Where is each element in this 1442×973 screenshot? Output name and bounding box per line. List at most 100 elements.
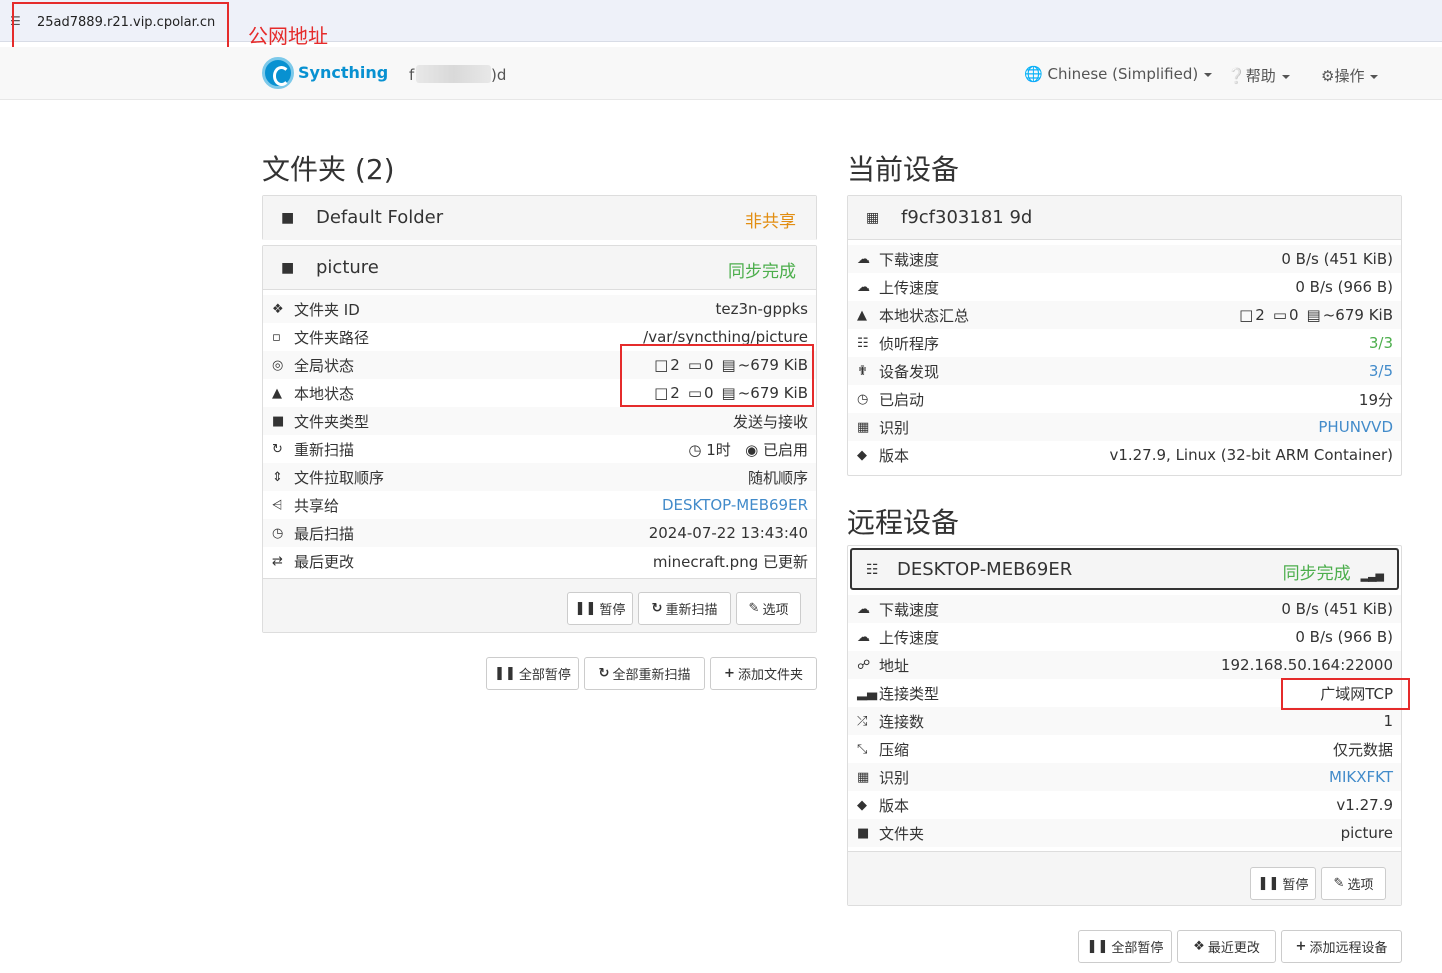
help-label: 帮助 <box>1245 67 1276 85</box>
rescan-all-button[interactable]: ↻ 全部重新扫描 <box>584 657 705 690</box>
device-row-id: ▦ 识别 PHUNVVD <box>848 413 1401 441</box>
qrcode-icon: ▦ <box>857 769 870 785</box>
folder-row-shared-with: ⩤ 共享给 DESKTOP-MEB69ER <box>263 491 816 519</box>
folder-row-type: ■ 文件夹类型 发送与接收 <box>263 407 816 435</box>
row-value: □ 2 ▭ 0 ▤ ~679 KiB <box>1231 306 1393 324</box>
home-icon: ▲ <box>272 385 282 401</box>
pause-all-folders-button[interactable]: ❚❚ 全部暂停 <box>486 657 579 690</box>
qrcode-icon: ▦ <box>866 210 880 226</box>
remote-devices-title: 远程设备 <box>847 506 960 539</box>
recent-changes-button[interactable]: ❖ 最近更改 <box>1177 930 1276 963</box>
share-icon: ⩤ <box>272 497 283 513</box>
row-value[interactable]: minecraft.png 已更新 <box>653 551 808 572</box>
exchange-icon: ⇄ <box>272 553 283 569</box>
pause-device-button[interactable]: ❚❚ 暂停 <box>1250 867 1316 900</box>
folder-icon: ■ <box>281 260 295 276</box>
row-value: 0 B/s (451 KiB) <box>1281 600 1393 618</box>
row-value[interactable]: 3/5 <box>1369 362 1393 380</box>
signpost-icon: ✟ <box>857 363 868 379</box>
language-label: Chinese (Simplified) <box>1047 65 1199 83</box>
folder-panel-default[interactable]: ■ Default Folder 非共享 <box>262 195 817 240</box>
row-label: 文件夹类型 <box>294 412 370 431</box>
row-label: 版本 <box>879 446 910 465</box>
remote-id-link[interactable]: MIKXFKT <box>1329 768 1393 786</box>
question-icon: ❔ <box>1227 67 1246 85</box>
button-label: 选项 <box>762 603 789 618</box>
shared-device-link[interactable]: DESKTOP-MEB69ER <box>662 496 808 514</box>
clock-icon: ◷ <box>272 525 284 541</box>
help-menu[interactable]: ❔帮助 <box>1227 65 1290 86</box>
this-device-header[interactable]: ▦ f9cf303181 9d <box>848 196 1401 240</box>
sitemap-icon: ☷ <box>857 335 869 351</box>
button-label: 暂停 <box>1282 878 1309 893</box>
refresh-icon: ↻ <box>598 666 610 681</box>
sitemap-icon: ☷ <box>866 562 879 578</box>
device-id-link[interactable]: PHUNVVD <box>1318 418 1393 436</box>
status-text: 同步完成 <box>1282 564 1351 584</box>
remote-row-address: ☍ 地址 192.168.50.164:22000 <box>848 651 1401 679</box>
random-icon: ⤮ <box>857 713 868 729</box>
folder-options-button[interactable]: ✎ 选项 <box>736 592 801 625</box>
folder-icon: ■ <box>281 210 295 226</box>
device-name-end: )d <box>491 66 507 84</box>
row-label: 地址 <box>879 656 910 675</box>
compress-icon: ⤡ <box>857 741 868 757</box>
globe-icon: 🌐 <box>1024 65 1043 83</box>
row-label: 文件夹 <box>879 824 925 843</box>
row-label: 重新扫描 <box>294 440 355 459</box>
folder-status: 非共享 <box>745 212 796 232</box>
row-value: 19分 <box>1358 390 1393 409</box>
link-icon: ☍ <box>857 657 871 673</box>
cloud-upload-icon: ☁ <box>857 629 870 645</box>
row-label: 识别 <box>879 768 910 787</box>
add-remote-device-button[interactable]: + 添加远程设备 <box>1281 930 1402 963</box>
signal-icon: ▂▃▅ <box>1360 569 1384 582</box>
clock-icon: ◷ <box>857 391 869 407</box>
remote-device-header[interactable]: ☷ DESKTOP-MEB69ER 同步完成 ▂▃▅ <box>850 548 1399 590</box>
row-value: picture <box>1340 824 1393 842</box>
row-label: 版本 <box>879 796 910 815</box>
row-label: 文件拉取顺序 <box>294 468 385 487</box>
rescan-folder-button[interactable]: ↻ 重新扫描 <box>638 592 731 625</box>
folder-row-pull-order: ⇕ 文件拉取顺序 随机顺序 <box>263 463 816 491</box>
row-label: 上传速度 <box>879 278 940 297</box>
row-label: 文件夹路径 <box>294 328 370 347</box>
button-label: 添加远程设备 <box>1309 941 1388 956</box>
this-device-title: 当前设备 <box>847 153 960 186</box>
qrcode-icon: ▦ <box>857 419 870 435</box>
file-count: 2 <box>1255 306 1265 324</box>
device-row-version: ◆ 版本 v1.27.9, Linux (32-bit ARM Container) <box>848 441 1401 469</box>
actions-menu[interactable]: ⚙操作 <box>1321 65 1379 86</box>
pause-icon: ❚❚ <box>1086 939 1109 954</box>
device-options-button[interactable]: ✎ 选项 <box>1321 867 1386 900</box>
info-icon: ❖ <box>272 301 284 317</box>
folder-header-default[interactable]: ■ Default Folder 非共享 <box>263 196 816 240</box>
syncthing-logo-icon[interactable] <box>262 57 294 89</box>
folder-panel-picture: ■ picture 同步完成 ❖ 文件夹 ID tez3n-gppks ▫ 文件夹路径… <box>262 245 817 633</box>
row-value[interactable]: 3/3 <box>1369 334 1393 352</box>
row-label: 全局状态 <box>294 356 355 375</box>
language-menu[interactable]: 🌐 Chinese (Simplified) <box>1024 65 1213 83</box>
folder-row-rescan: ↻ 重新扫描 ◷ 1时 ◉ 已启用 <box>263 435 816 463</box>
folder-header-picture[interactable]: ■ picture 同步完成 <box>263 246 816 290</box>
brand-name[interactable]: Syncthing <box>298 63 388 82</box>
device-name-start: f <box>409 66 415 84</box>
remote-row-id: ▦ 识别 MIKXFKT <box>848 763 1401 791</box>
tag-icon: ◆ <box>857 797 867 813</box>
row-label: 连接数 <box>879 712 925 731</box>
home-icon: ▲ <box>857 307 867 323</box>
folder-name: Default Folder <box>316 207 444 228</box>
button-label: 添加文件夹 <box>737 668 803 683</box>
remote-device-panel: ☷ DESKTOP-MEB69ER 同步完成 ▂▃▅ ☁ 下载速度 0 B/s (45… <box>847 545 1402 906</box>
pause-all-devices-button[interactable]: ❚❚ 全部暂停 <box>1078 930 1172 963</box>
eye-icon: ◉ <box>745 440 759 459</box>
row-label: 设备发现 <box>879 362 940 381</box>
add-folder-button[interactable]: + 添加文件夹 <box>710 657 817 690</box>
dir-count: 0 <box>1289 306 1299 324</box>
pause-folder-button[interactable]: ❚❚ 暂停 <box>567 592 633 625</box>
sort-icon: ⇕ <box>272 469 283 485</box>
remote-device-status: 同步完成 ▂▃▅ <box>1282 559 1384 584</box>
row-label: 侦听程序 <box>879 334 940 353</box>
navbar: Syncthing f )d 🌐 Chinese (Simplified) ❔帮… <box>0 47 1442 100</box>
caret-down-icon <box>1281 74 1290 79</box>
